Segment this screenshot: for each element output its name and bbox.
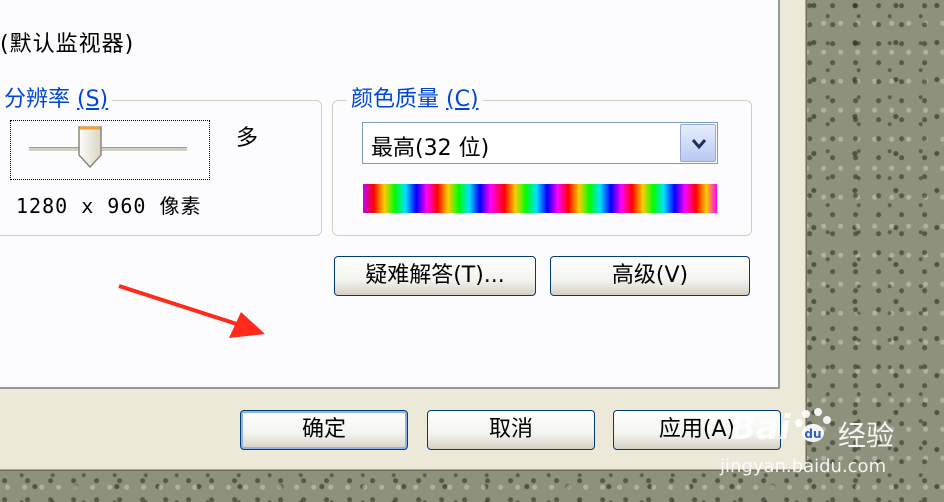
dropdown-button[interactable] xyxy=(680,124,716,162)
more-label: 多 xyxy=(236,126,259,151)
watermark-url: jingyan.baidu.com xyxy=(720,456,887,477)
monitor-label: (默认监视器) xyxy=(0,32,135,57)
settings-tab-page: (默认监视器) 分辨率 (S) 多 1280 x 960 像素 颜色质量 (C)… xyxy=(0,0,780,389)
baidu-watermark: Bai du 经验 jingyan.baidu.com xyxy=(720,400,944,490)
paw-icon: du xyxy=(795,408,831,442)
troubleshoot-button[interactable]: 疑难解答(T)... xyxy=(334,256,536,296)
color-quality-group xyxy=(332,100,752,236)
chevron-down-icon xyxy=(691,139,707,150)
cancel-button[interactable]: 取消 xyxy=(427,410,595,450)
resolution-group-title: 分辨率 (S) xyxy=(0,88,113,112)
slider-track xyxy=(29,147,187,152)
color-quality-group-title: 颜色质量 (C) xyxy=(347,88,483,112)
display-properties-dialog: (默认监视器) 分辨率 (S) 多 1280 x 960 像素 颜色质量 (C)… xyxy=(0,0,807,471)
ok-button[interactable]: 确定 xyxy=(240,410,408,450)
color-spectrum-bar xyxy=(363,184,717,213)
slider-thumb[interactable] xyxy=(77,125,103,169)
watermark-brand: 经验 xyxy=(838,419,895,452)
red-arrow-annotation xyxy=(118,284,265,338)
baidu-logo: Bai xyxy=(730,408,791,448)
resolution-value: 1280 x 960 像素 xyxy=(16,194,202,218)
color-quality-select[interactable]: 最高(32 位) xyxy=(362,122,718,164)
advanced-button[interactable]: 高级(V) xyxy=(550,256,750,296)
resolution-slider[interactable] xyxy=(10,120,210,180)
svg-text:du: du xyxy=(804,427,821,441)
color-quality-value: 最高(32 位) xyxy=(371,136,490,161)
